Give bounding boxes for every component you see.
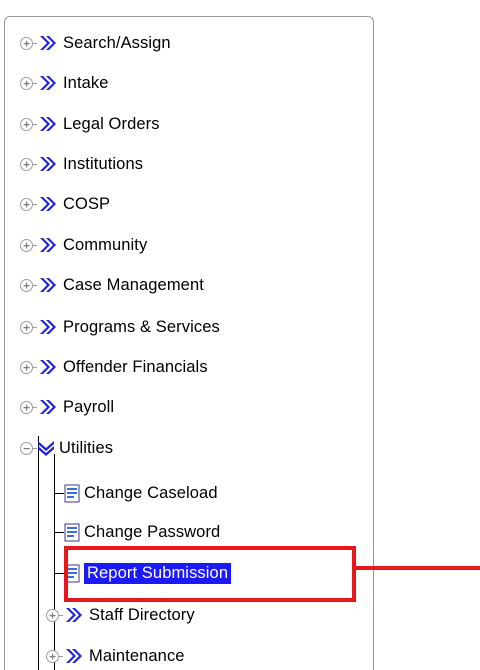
plus-expander-icon[interactable]: + bbox=[20, 320, 37, 334]
tree-node-payroll[interactable]: + Payroll bbox=[20, 394, 114, 420]
tree-node-label: Institutions bbox=[63, 154, 144, 173]
double-chevron-icon bbox=[66, 649, 82, 663]
tree-node-search-assign[interactable]: + Search/Assign bbox=[20, 30, 171, 56]
plus-expander-icon[interactable]: + bbox=[20, 197, 37, 211]
plus-expander-icon[interactable]: + bbox=[20, 278, 37, 292]
tree-node-label: Payroll bbox=[63, 397, 115, 416]
document-icon bbox=[64, 484, 80, 502]
double-chevron-icon bbox=[40, 197, 56, 211]
tree-node-label: Legal Orders bbox=[63, 114, 160, 133]
tree-node-utilities[interactable]: − Utilities bbox=[20, 435, 113, 461]
tree-node-label: Case Management bbox=[63, 275, 204, 294]
double-chevron-icon bbox=[40, 360, 56, 374]
plus-expander-icon[interactable]: + bbox=[46, 649, 63, 663]
document-icon bbox=[64, 523, 80, 541]
double-chevron-icon bbox=[40, 157, 56, 171]
tree-connector-vertical bbox=[38, 436, 39, 670]
tree-node-staff-directory[interactable]: + Staff Directory bbox=[46, 602, 195, 628]
plus-expander-icon[interactable]: + bbox=[20, 360, 37, 374]
tree-connector-branch bbox=[54, 493, 64, 494]
tree-node-case-management[interactable]: + Case Management bbox=[20, 272, 204, 298]
tree-node-cosp[interactable]: + COSP bbox=[20, 191, 110, 217]
plus-expander-icon[interactable]: + bbox=[20, 117, 37, 131]
tree-connector-inner-vertical bbox=[54, 454, 55, 670]
plus-expander-icon[interactable]: + bbox=[20, 238, 37, 252]
tree-node-label: Offender Financials bbox=[63, 357, 208, 376]
tree-node-label: Community bbox=[63, 235, 148, 254]
double-chevron-icon bbox=[40, 400, 56, 414]
tree-node-label: COSP bbox=[63, 194, 111, 213]
tree-node-label: Search/Assign bbox=[63, 33, 171, 52]
tree-node-label: Maintenance bbox=[89, 646, 185, 665]
tree-node-maintenance[interactable]: + Maintenance bbox=[46, 643, 185, 669]
double-chevron-icon bbox=[40, 117, 56, 131]
double-chevron-icon bbox=[40, 76, 56, 90]
plus-expander-icon[interactable]: + bbox=[20, 400, 37, 414]
tree-node-label: Intake bbox=[63, 73, 109, 92]
double-chevron-icon bbox=[66, 608, 82, 622]
tree-node-label: Programs & Services bbox=[63, 317, 220, 336]
double-chevron-icon bbox=[40, 36, 56, 50]
tree-node-institutions[interactable]: + Institutions bbox=[20, 151, 143, 177]
tree-node-label: Staff Directory bbox=[89, 605, 195, 624]
tree-connector-branch bbox=[54, 532, 64, 533]
minus-expander-icon[interactable]: − bbox=[20, 441, 37, 455]
tree-node-label: Utilities bbox=[59, 438, 114, 457]
highlight-box-annotation bbox=[64, 546, 356, 602]
tree-leaf-label: Change Caseload bbox=[84, 483, 218, 502]
plus-expander-icon[interactable]: + bbox=[20, 76, 37, 90]
tree-connector-branch bbox=[54, 573, 64, 574]
tree-node-offender-financials[interactable]: + Offender Financials bbox=[20, 354, 208, 380]
plus-expander-icon[interactable]: + bbox=[20, 36, 37, 50]
tree-node-community[interactable]: + Community bbox=[20, 232, 147, 258]
double-chevron-icon bbox=[40, 238, 56, 252]
tree-leaf-change-password[interactable]: Change Password bbox=[64, 519, 220, 545]
double-chevron-icon bbox=[40, 320, 56, 334]
callout-pointer-line bbox=[356, 566, 480, 570]
tree-leaf-label: Change Password bbox=[84, 522, 221, 541]
tree-node-legal-orders[interactable]: + Legal Orders bbox=[20, 111, 160, 137]
tree-leaf-change-caseload[interactable]: Change Caseload bbox=[64, 480, 218, 506]
tree-node-programs-services[interactable]: + Programs & Services bbox=[20, 314, 220, 340]
plus-expander-icon[interactable]: + bbox=[20, 157, 37, 171]
plus-expander-icon[interactable]: + bbox=[46, 608, 63, 622]
double-chevron-down-icon bbox=[38, 441, 54, 456]
tree-node-intake[interactable]: + Intake bbox=[20, 70, 109, 96]
double-chevron-icon bbox=[40, 278, 56, 292]
